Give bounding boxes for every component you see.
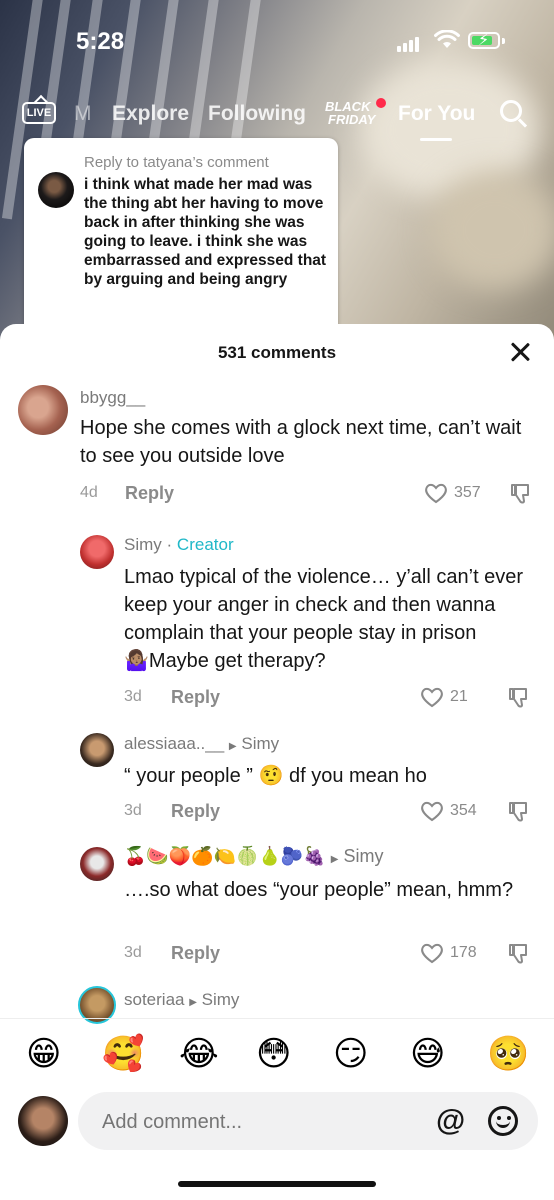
comment-age: 3d <box>124 688 142 705</box>
like-heart-icon[interactable] <box>420 686 444 708</box>
reply-button[interactable]: Reply <box>171 943 220 964</box>
reply-card-header: Reply to tatyana’s comment <box>84 154 269 171</box>
active-tab-indicator <box>420 138 452 141</box>
comment-header: Simy · Creator <box>124 535 234 555</box>
comment-age: 3d <box>124 802 142 819</box>
like-heart-icon[interactable] <box>424 482 448 504</box>
emoji-pleading-icon[interactable]: 🥺 <box>487 1030 529 1078</box>
separator-dot: · <box>166 535 173 554</box>
avatar[interactable] <box>18 385 68 435</box>
tab-for-you[interactable]: For You <box>398 102 475 126</box>
live-button[interactable]: LIVE <box>22 102 56 124</box>
emoji-hearts-icon[interactable]: 🥰 <box>102 1030 144 1078</box>
black-friday-badge[interactable]: BLACK FRIDAY <box>320 100 375 126</box>
comment-text: Hope she comes with a glock next time, c… <box>80 417 522 467</box>
reply-to-username[interactable]: Simy <box>202 990 240 1009</box>
comment-username[interactable]: soteriaa <box>124 990 184 1009</box>
comment-header: 🍒🍉🍑🍊🍋🍈🍐🫐🍇 ▶ Simy <box>124 846 383 867</box>
like-heart-icon[interactable] <box>420 942 444 964</box>
avatar[interactable] <box>18 1096 68 1146</box>
comment-input-container[interactable]: @ <box>78 1092 538 1152</box>
status-time: 5:28 <box>76 28 125 55</box>
reply-button[interactable]: Reply <box>125 483 174 504</box>
wifi-icon <box>434 30 460 48</box>
dislike-icon[interactable] <box>508 686 530 708</box>
home-indicator <box>178 1181 376 1187</box>
creator-badge: Creator <box>176 535 234 554</box>
comment-header: alessiaaa..__ ▶ Simy <box>124 734 279 754</box>
notification-dot <box>376 98 386 108</box>
reply-arrow-icon: ▶ <box>228 741 237 752</box>
emoji-sweat-smile-icon[interactable]: 😅 <box>410 1030 445 1078</box>
reply-card-text: i think what made her mad was the thing … <box>84 176 327 288</box>
emoji-grin-icon[interactable]: 😁 <box>26 1030 61 1078</box>
like-count: 357 <box>454 484 481 501</box>
top-navigation: LIVE M Explore Following BLACK FRIDAY Fo… <box>0 96 554 141</box>
black-friday-line2: FRIDAY <box>328 112 376 127</box>
reply-button[interactable]: Reply <box>171 801 220 822</box>
emoji-laugh-icon[interactable]: 😂 <box>179 1030 219 1078</box>
search-icon[interactable] <box>500 100 522 122</box>
dislike-icon[interactable] <box>510 482 532 504</box>
reply-to-username[interactable]: Simy <box>241 734 279 753</box>
divider <box>0 1018 554 1019</box>
charging-bolt-icon: ⚡ <box>478 32 490 49</box>
like-count: 178 <box>450 944 477 961</box>
comment-text: “ your people ” 🤨 df you mean ho <box>124 765 427 787</box>
video-blur <box>430 170 554 290</box>
tab-following[interactable]: Following <box>208 102 306 126</box>
dislike-icon[interactable] <box>508 942 530 964</box>
reply-to-username[interactable]: Simy <box>343 846 383 866</box>
comment-header: soteriaa ▶ Simy <box>124 990 239 1010</box>
comments-count-title: 531 comments <box>217 343 337 362</box>
comment-age: 3d <box>124 944 142 961</box>
emoji-picker-icon[interactable] <box>488 1106 518 1136</box>
emoji-smirk-icon[interactable]: 😏 <box>333 1030 368 1078</box>
close-icon[interactable] <box>508 340 532 364</box>
reply-arrow-icon: ▶ <box>330 854 339 865</box>
battery-tip <box>502 38 505 44</box>
status-bar: 5:28 ⚡ <box>0 24 554 64</box>
mention-button[interactable]: @ <box>436 1104 465 1138</box>
tab-explore[interactable]: Explore <box>112 102 189 126</box>
like-heart-icon[interactable] <box>420 800 444 822</box>
avatar[interactable] <box>80 733 114 767</box>
signal-icon <box>397 34 421 52</box>
reply-to-comment-card[interactable]: Reply to tatyana’s comment i think what … <box>24 138 338 338</box>
nav-tab-partial[interactable]: M <box>74 102 92 126</box>
comment-username[interactable]: bbygg__ <box>80 388 145 408</box>
avatar <box>38 172 74 208</box>
reply-arrow-icon: ▶ <box>189 997 197 1008</box>
quick-emoji-bar: 😁 🥰 😂 😳 😏 😅 🥺 <box>0 1030 554 1078</box>
dislike-icon[interactable] <box>508 800 530 822</box>
comment-input[interactable] <box>100 1092 404 1152</box>
avatar[interactable] <box>80 847 114 881</box>
comment-text: Lmao typical of the violence… y’all can’… <box>124 566 524 672</box>
comment-text: ….so what does “your people” mean, hmm? <box>124 879 514 901</box>
emoji-flushed-icon[interactable]: 😳 <box>256 1030 291 1078</box>
like-count: 21 <box>450 688 468 705</box>
comment-username[interactable]: alessiaaa..__ <box>124 734 224 753</box>
avatar[interactable] <box>80 535 114 569</box>
like-count: 354 <box>450 802 477 819</box>
comment-age: 4d <box>80 484 98 501</box>
comment-username[interactable]: 🍒🍉🍑🍊🍋🍈🍐🫐🍇 <box>124 846 326 866</box>
reply-button[interactable]: Reply <box>171 687 220 708</box>
comment-username[interactable]: Simy <box>124 535 162 554</box>
